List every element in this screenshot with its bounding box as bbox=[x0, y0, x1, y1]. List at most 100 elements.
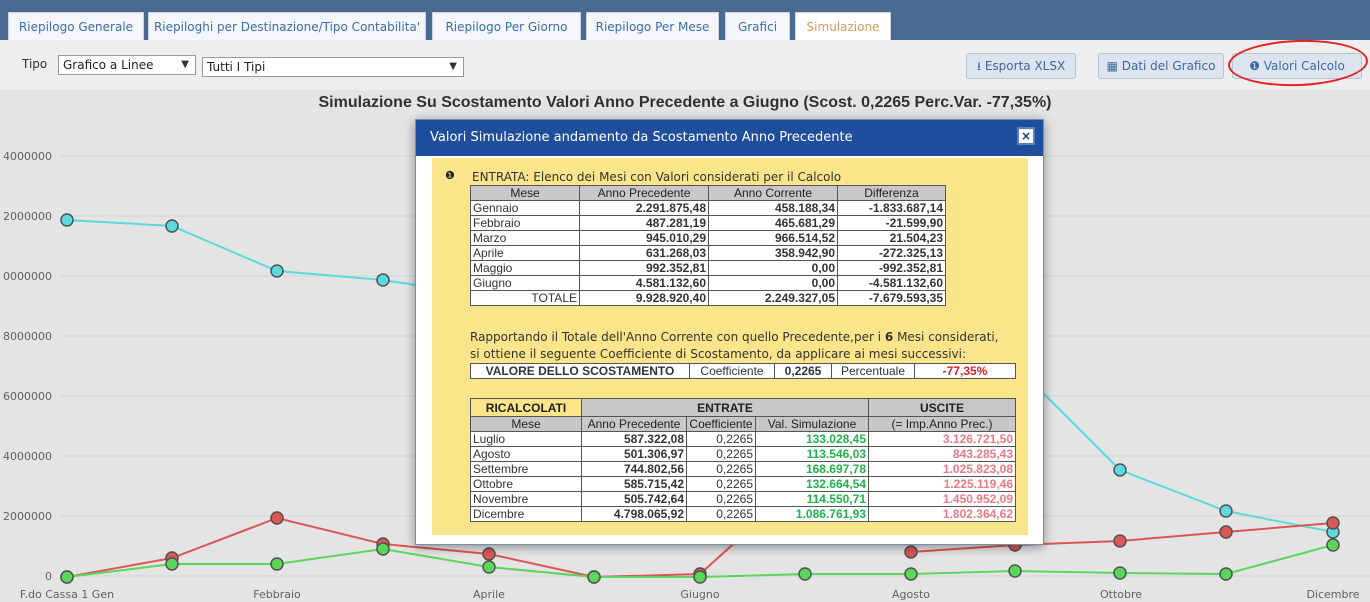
tipo-label: Tipo bbox=[22, 57, 48, 71]
tab-riepilogo-mese[interactable]: Riepilogo Per Mese bbox=[586, 12, 719, 40]
dialog-body: ❶ ENTRATA: Elenco dei Mesi con Valori co… bbox=[432, 158, 1028, 535]
cell-mese: Aprile bbox=[470, 245, 580, 261]
percent-value: -77,35% bbox=[914, 363, 1016, 379]
cell-uscite: 1.025.823,08 bbox=[868, 461, 1016, 477]
col-mese: Mese bbox=[470, 185, 580, 201]
cell-differenza: -21.599,90 bbox=[837, 215, 946, 231]
scostamento-row: VALORE DELLO SCOSTAMENTO Coefficiente 0,… bbox=[470, 363, 1016, 379]
cell-anno-corrente: 358.942,90 bbox=[708, 245, 838, 261]
table-row: Aprile 631.268,03 358.942,90 -272.325,13 bbox=[470, 245, 946, 261]
info-icon: ❶ bbox=[445, 169, 455, 182]
total-label: TOTALE bbox=[470, 290, 580, 306]
table-header-row: Mese Anno Precedente Anno Corrente Diffe… bbox=[470, 185, 946, 201]
entrata-heading: ENTRATA: Elenco dei Mesi con Valori cons… bbox=[472, 170, 842, 184]
tipi-filter-select[interactable]: Tutti I Tipi ▼ bbox=[202, 57, 464, 77]
cell-val-simulazione: 1.086.761,93 bbox=[755, 506, 869, 522]
cell-mese: Giugno bbox=[470, 275, 580, 291]
cell-val-simulazione: 168.697,78 bbox=[755, 461, 869, 477]
cell-anno-corrente: 0,00 bbox=[708, 260, 838, 276]
table-row: Dicembre 4.798.065,92 0,2265 1.086.761,93 1.… bbox=[470, 506, 1016, 522]
cell-differenza: -272.325,13 bbox=[837, 245, 946, 261]
cell-anno-precedente: 744.802,56 bbox=[581, 461, 687, 477]
cell-mese: Febbraio bbox=[470, 215, 580, 231]
chart-data-label: Dati del Grafico bbox=[1121, 59, 1216, 73]
cell-mese: Luglio bbox=[470, 431, 582, 447]
toolbar: Tipo Grafico a Linee ▼ Tutti I Tipi ▼ ⭳ … bbox=[0, 40, 1370, 90]
col-anno-corrente: Anno Corrente bbox=[708, 185, 838, 201]
cell-mese: Ottobre bbox=[470, 476, 582, 492]
col-anno-precedente: Anno Precedente bbox=[579, 185, 709, 201]
chevron-down-icon: ▼ bbox=[181, 59, 189, 70]
export-xlsx-button[interactable]: ⭳ Esporta XLSX bbox=[966, 53, 1076, 79]
cell-differenza: -1.833.687,14 bbox=[837, 200, 946, 216]
dialog-header: Valori Simulazione andamento da Scostame… bbox=[416, 120, 1043, 156]
cell-coefficiente: 0,2265 bbox=[686, 446, 756, 462]
total-value: -7.679.593,35 bbox=[837, 290, 946, 306]
explanation-line-1: Rapportando il Totale dell'Anno Corrente… bbox=[470, 330, 999, 344]
table-icon: ▦ bbox=[1106, 59, 1118, 73]
cell-uscite: 1.450.952,09 bbox=[868, 491, 1016, 507]
cell-val-simulazione: 132.664,54 bbox=[755, 476, 869, 492]
cell-uscite: 1.802.364,62 bbox=[868, 506, 1016, 522]
cell-coefficiente: 0,2265 bbox=[686, 506, 756, 522]
table-row: Luglio 587.322,08 0,2265 133.028,45 3.126.72… bbox=[470, 431, 1016, 447]
cell-anno-precedente: 505.742,64 bbox=[581, 491, 687, 507]
cell-uscite: 1.225.119,46 bbox=[868, 476, 1016, 492]
cell-differenza: 21.504,23 bbox=[837, 230, 946, 246]
cell-uscite: 843.285,43 bbox=[868, 446, 1016, 462]
chart-data-button[interactable]: ▦ Dati del Grafico bbox=[1098, 53, 1224, 79]
col-uscite: (= Imp.Anno Prec.) bbox=[868, 416, 1016, 432]
group-header-row: RICALCOLATI ENTRATE USCITE bbox=[470, 398, 1016, 417]
ricalcolati-label: RICALCOLATI bbox=[470, 398, 582, 417]
tab-riepilogo-giorno[interactable]: Riepilogo Per Giorno bbox=[432, 12, 581, 40]
cell-mese: Agosto bbox=[470, 446, 582, 462]
cell-mese: Dicembre bbox=[470, 506, 582, 522]
cell-anno-precedente: 487.281,19 bbox=[579, 215, 709, 231]
table-header-row: Mese Anno Precedente Coefficiente Val. S… bbox=[470, 416, 1016, 432]
col-coefficiente: Coefficiente bbox=[686, 416, 756, 432]
scostamento-table: VALORE DELLO SCOSTAMENTO Coefficiente 0,… bbox=[470, 363, 1016, 379]
tab-riepilogo-generale[interactable]: Riepilogo Generale bbox=[8, 12, 144, 40]
table-row: Settembre 744.802,56 0,2265 168.697,78 1.025… bbox=[470, 461, 1016, 477]
tipi-filter-value: Tutti I Tipi bbox=[207, 60, 266, 74]
tab-riepiloghi-destinazione[interactable]: Riepiloghi per Destinazione/Tipo Contabi… bbox=[148, 12, 426, 40]
dialog-title: Valori Simulazione andamento da Scostame… bbox=[430, 130, 853, 145]
cell-coefficiente: 0,2265 bbox=[686, 491, 756, 507]
cell-val-simulazione: 114.550,71 bbox=[755, 491, 869, 507]
cell-anno-precedente: 585.715,42 bbox=[581, 476, 687, 492]
cell-anno-corrente: 458.188,34 bbox=[708, 200, 838, 216]
cell-anno-precedente: 501.306,97 bbox=[581, 446, 687, 462]
table-row: Maggio 992.352,81 0,00 -992.352,81 bbox=[470, 260, 946, 276]
tab-simulazione[interactable]: Simulazione bbox=[795, 12, 891, 40]
col-val-simulazione: Val. Simulazione bbox=[755, 416, 869, 432]
table-row: Ottobre 585.715,42 0,2265 132.664,54 1.225.1… bbox=[470, 476, 1016, 492]
table-row: Gennaio 2.291.875,48 458.188,34 -1.833.687,… bbox=[470, 200, 946, 216]
total-value: 2.249.327,05 bbox=[708, 290, 838, 306]
cell-mese: Gennaio bbox=[470, 200, 580, 216]
explanation-line-2: si ottiene il seguente Coefficiente di S… bbox=[470, 347, 967, 361]
calc-values-dialog: Valori Simulazione andamento da Scostame… bbox=[415, 119, 1044, 545]
cell-mese: Novembre bbox=[470, 491, 582, 507]
coefficient-label: Coefficiente bbox=[689, 363, 775, 379]
export-xlsx-label: Esporta XLSX bbox=[984, 59, 1066, 73]
cell-differenza: -4.581.132,60 bbox=[837, 275, 946, 291]
cell-mese: Maggio bbox=[470, 260, 580, 276]
uscite-label: USCITE bbox=[868, 398, 1016, 417]
percent-label: Percentuale bbox=[831, 363, 915, 379]
total-value: 9.928.920,40 bbox=[579, 290, 709, 306]
cell-anno-precedente: 587.322,08 bbox=[581, 431, 687, 447]
chart-type-select[interactable]: Grafico a Linee ▼ bbox=[58, 55, 196, 75]
entrata-table: Mese Anno Precedente Anno Corrente Diffe… bbox=[470, 185, 946, 306]
cell-anno-precedente: 4.798.065,92 bbox=[581, 506, 687, 522]
cell-val-simulazione: 113.546,03 bbox=[755, 446, 869, 462]
table-row: Febbraio 487.281,19 465.681,29 -21.599,90 bbox=[470, 215, 946, 231]
cell-mese: Marzo bbox=[470, 230, 580, 246]
col-anno-precedente: Anno Precedente bbox=[581, 416, 687, 432]
table-row: Agosto 501.306,97 0,2265 113.546,03 843.285,… bbox=[470, 446, 1016, 462]
cell-coefficiente: 0,2265 bbox=[686, 461, 756, 477]
close-button[interactable]: × bbox=[1017, 127, 1035, 145]
col-differenza: Differenza bbox=[837, 185, 946, 201]
table-row: Marzo 945.010,29 966.514,52 21.504,23 bbox=[470, 230, 946, 246]
col-mese: Mese bbox=[470, 416, 582, 432]
tab-grafici[interactable]: Grafici bbox=[725, 12, 790, 40]
